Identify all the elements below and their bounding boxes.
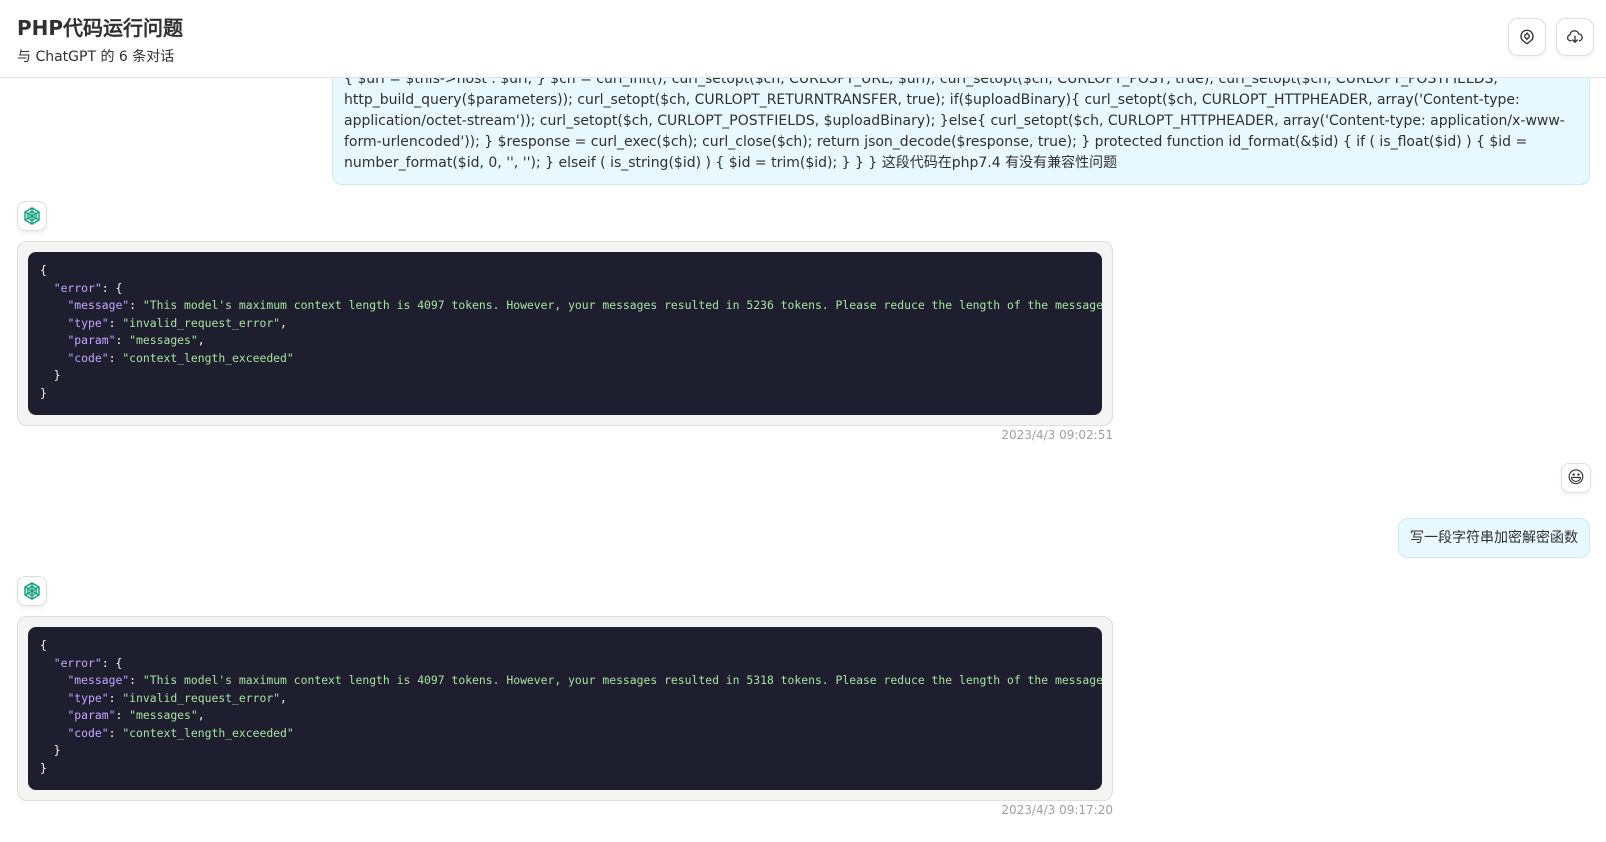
- code-block[interactable]: { "error": { "message": "This model's ma…: [28, 627, 1102, 790]
- message-timestamp: 2023/4/3 09:02:51: [1001, 428, 1113, 442]
- chat-title[interactable]: PHP代码运行问题: [17, 12, 183, 41]
- user-message-text: 写一段字符串加密解密函数: [1410, 530, 1578, 546]
- export-button[interactable]: [1556, 18, 1594, 56]
- chat-header: PHP代码运行问题 与 ChatGPT 的 6 条对话: [0, 0, 1606, 78]
- export-icon: [1566, 30, 1583, 43]
- openai-logo-icon: [24, 582, 40, 600]
- bot-message-bubble: { "error": { "message": "This model's ma…: [17, 616, 1113, 801]
- chat-body: { $url = $this->host . $url; } $ch = cur…: [0, 0, 1606, 842]
- openai-logo-icon: [24, 207, 40, 225]
- user-avatar: 😃: [1561, 463, 1591, 493]
- bot-avatar: [17, 201, 47, 231]
- code-block[interactable]: { "error": { "message": "This model's ma…: [28, 252, 1102, 415]
- chat-subtitle: 与 ChatGPT 的 6 条对话: [17, 49, 175, 65]
- bot-message-bubble: { "error": { "message": "This model's ma…: [17, 241, 1113, 426]
- user-message-bubble: 写一段字符串加密解密函数: [1398, 518, 1590, 558]
- share-icon: [1520, 29, 1534, 45]
- bot-avatar: [17, 576, 47, 606]
- message-timestamp: 2023/4/3 09:17:20: [1001, 803, 1113, 817]
- share-button[interactable]: [1508, 18, 1546, 56]
- user-message-text: { $url = $this->host . $url; } $ch = cur…: [344, 71, 1565, 171]
